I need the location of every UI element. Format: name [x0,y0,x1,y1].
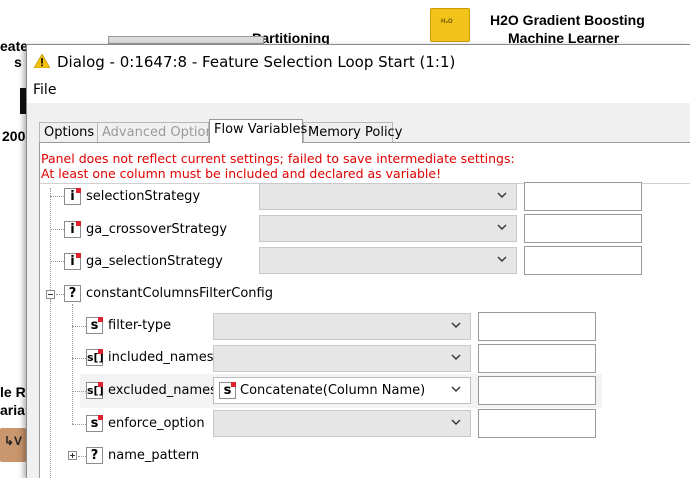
menu-file[interactable]: File [33,82,56,98]
int-variable-icon: i [64,253,81,270]
chevron-down-icon [451,322,461,328]
tree-branch [50,229,64,230]
ga-selection-strategy-textfield[interactable] [524,246,642,275]
node-label-s: s [14,54,22,70]
row-label-enforce-option: enforce_option [108,416,205,431]
dialog-title: Dialog - 0:1647:8 - Feature Selection Lo… [57,53,456,71]
chevron-down-icon [497,256,507,262]
string-array-variable-icon: s[] [86,382,104,399]
included-names-dropdown[interactable] [213,345,471,372]
enforce-option-dropdown[interactable] [213,410,471,437]
filter-type-textfield[interactable] [478,312,596,341]
tree-line-root-2 [50,300,51,478]
tree-line-group [72,304,73,424]
string-variable-icon: s [86,415,103,432]
selection-strategy-dropdown[interactable] [259,183,517,210]
error-line-1: Panel does not reflect current settings;… [41,151,515,166]
tree-branch [72,391,86,392]
config-group-icon: ? [86,447,103,464]
included-names-textfield[interactable] [478,344,596,373]
filter-type-dropdown[interactable] [213,313,471,340]
excluded-names-dropdown[interactable]: s Concatenate(Column Name) [213,377,471,404]
row-label-constant-columns-filter-config: constantColumnsFilterConfig [86,286,273,301]
tree-branch [50,261,64,262]
node-label-rule: le R [0,384,26,400]
menubar: File [27,77,690,103]
selection-strategy-textfield[interactable] [524,182,642,211]
excluded-names-selected-value: Concatenate(Column Name) [240,383,426,398]
enforce-option-textfield[interactable] [478,409,596,438]
tree-branch [72,326,86,327]
dialog-titlebar[interactable]: Dialog - 0:1647:8 - Feature Selection Lo… [27,45,690,77]
tab-advanced-options: Advanced Options [97,122,221,143]
tree-branch [72,358,86,359]
warning-icon [34,54,50,68]
chevron-down-icon [497,224,507,230]
h2o-badge: H₂O [441,19,453,25]
chevron-down-icon [451,354,461,360]
tree-branch [50,196,64,197]
string-array-variable-icon: s[] [86,349,104,366]
node-label-h2o: H2O Gradient Boosting [490,12,645,28]
tree-branch [72,424,86,425]
node-label-200: 200 [2,128,26,144]
int-variable-icon: i [64,188,81,205]
int-variable-icon: i [64,221,81,238]
excluded-names-textfield[interactable] [478,376,596,405]
h2o-node[interactable]: H₂O [430,8,470,42]
chevron-down-icon [451,419,461,425]
chevron-down-icon [497,192,507,198]
ga-selection-strategy-dropdown[interactable] [259,247,517,274]
node-label-create: eate [0,38,29,54]
tree-branch [78,456,86,457]
tree-branch [56,294,64,295]
row-label-ga-crossover-strategy: ga_crossoverStrategy [86,222,228,237]
string-variable-icon: s [219,382,236,399]
ga-crossover-strategy-dropdown[interactable] [259,215,517,242]
chevron-down-icon [451,386,461,392]
collapse-toggle[interactable] [46,290,55,299]
variable-node-label: ↳V [4,434,23,448]
expand-toggle[interactable] [68,451,77,460]
tab-memory-policy[interactable]: Memory Policy [303,122,402,143]
background-node[interactable] [108,36,264,44]
string-variable-icon: s [86,317,103,334]
tab-flow-variables[interactable]: Flow Variables [209,119,307,143]
row-label-ga-selection-strategy: ga_selectionStrategy [86,254,223,269]
row-label-name-pattern: name_pattern [108,448,200,463]
error-line-2: At least one column must be included and… [41,166,442,181]
row-label-excluded-names: excluded_names [108,383,217,398]
row-label-selection-strategy: selectionStrategy [86,189,201,204]
variable-node[interactable]: ↳V [0,428,26,462]
config-group-icon: ? [64,285,81,302]
tab-options[interactable]: Options [39,122,105,143]
error-messages: Panel does not reflect current settings;… [41,151,515,181]
ga-crossover-strategy-textfield[interactable] [524,214,642,243]
node-label-variable: aria [0,402,25,418]
row-label-filter-type: filter-type [108,318,172,333]
row-label-included-names: included_names [108,350,214,365]
